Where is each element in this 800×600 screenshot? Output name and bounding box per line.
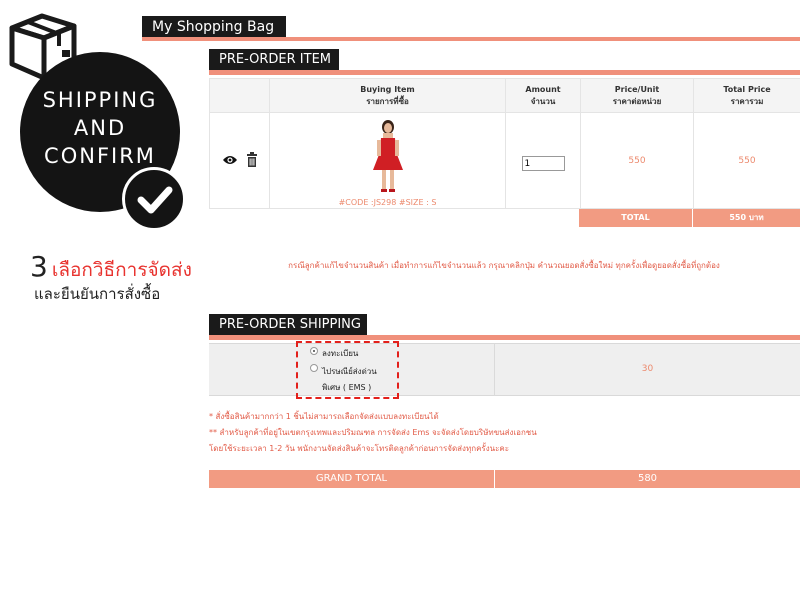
row-item: #CODE :JS298 #SIZE : S bbox=[269, 112, 506, 209]
row-total-price: 550 bbox=[693, 112, 800, 209]
promo-circle-line-1: SHIPPING bbox=[42, 88, 158, 112]
quantity-input[interactable] bbox=[521, 156, 565, 171]
check-icon bbox=[137, 186, 173, 214]
total-value: 550 บาท bbox=[729, 213, 764, 222]
header-th: ราคาต่อหน่วย bbox=[612, 96, 662, 106]
grand-total-value: 580 bbox=[637, 473, 658, 484]
shipping-footnote-1: * สั่งซื้อสินค้ามากกว่า 1 ชิ้นไม่สามารถเ… bbox=[209, 412, 439, 421]
promo-circle-line-3: CONFIRM bbox=[44, 144, 156, 168]
order-table: Buying Item รายการที่ซื้อ Amount จำนวน Pri… bbox=[209, 78, 800, 209]
header-divider bbox=[142, 37, 800, 41]
option-ems-label-line-2: พิเศษ ( EMS ) bbox=[322, 383, 372, 392]
page-title: My Shopping Bag bbox=[142, 16, 286, 38]
preorder-shipping-title: PRE-ORDER SHIPPING bbox=[209, 314, 367, 336]
trash-icon[interactable] bbox=[246, 152, 258, 168]
eye-icon[interactable] bbox=[222, 154, 238, 166]
grand-total-label: GRAND TOTAL bbox=[315, 473, 388, 484]
preorder-item-divider bbox=[209, 70, 800, 75]
step-heading: 3 เลือกวิธีการจัดส่ง bbox=[30, 250, 192, 285]
row-actions bbox=[209, 112, 270, 209]
shipping-cost: 30 bbox=[641, 364, 654, 374]
grand-total-bar: GRAND TOTAL 580 bbox=[209, 470, 800, 488]
preorder-item-title: PRE-ORDER ITEM bbox=[209, 49, 339, 71]
header-en: Price/Unit bbox=[614, 84, 660, 94]
shipping-footnote-3: โดยใช้ระยะเวลา 1-2 วัน พนักงานจัดส่งสินค… bbox=[209, 444, 510, 453]
check-badge bbox=[122, 167, 186, 231]
table-header-item: Buying Item รายการที่ซื้อ bbox=[269, 78, 506, 113]
radio-ems[interactable] bbox=[310, 364, 318, 372]
shipping-footnote-2: ** สำหรับลูกค้าที่อยู่ในเขตกรุงเทพและปริ… bbox=[209, 428, 537, 437]
table-header-price-unit: Price/Unit ราคาต่อหน่วย bbox=[580, 78, 694, 113]
recalculate-note: กรณีลูกค้าแก้ไขจำนวนสินค้า เมื่อทำการแก้… bbox=[288, 261, 720, 270]
preorder-shipping-divider bbox=[209, 335, 800, 340]
header-en: Buying Item bbox=[360, 84, 415, 94]
header-th: ราคารวม bbox=[730, 96, 764, 106]
header-en: Amount bbox=[525, 84, 561, 94]
row-price-unit: 550 bbox=[580, 112, 694, 209]
radio-registered[interactable] bbox=[310, 347, 318, 355]
header-en: Total Price bbox=[723, 84, 771, 94]
step-title: เลือกวิธีการจัดส่ง bbox=[51, 259, 192, 281]
item-code-size: #CODE :JS298 #SIZE : S bbox=[338, 198, 437, 207]
total-label: TOTAL bbox=[621, 213, 650, 222]
option-ems-label-line-1: ไปรษณีย์ส่งด่วน bbox=[322, 367, 377, 376]
table-row: #CODE :JS298 #SIZE : S 550 550 bbox=[209, 112, 800, 209]
option-registered-label: ลงทะเบียน bbox=[322, 349, 359, 358]
header-th: จำนวน bbox=[530, 96, 556, 106]
table-header-actions bbox=[209, 78, 270, 113]
table-header-amount: Amount จำนวน bbox=[505, 78, 581, 113]
step-number: 3 bbox=[30, 250, 48, 283]
promo-circle-line-2: AND bbox=[73, 116, 127, 140]
header-th: รายการที่ซื้อ bbox=[366, 96, 409, 106]
product-image[interactable] bbox=[368, 118, 408, 194]
row-amount bbox=[505, 112, 581, 209]
total-bar: TOTAL 550 บาท bbox=[579, 209, 800, 227]
table-header-total-price: Total Price ราคารวม bbox=[693, 78, 800, 113]
table-header-row: Buying Item รายการที่ซื้อ Amount จำนวน Pri… bbox=[209, 78, 800, 113]
step-subtitle: และยืนยันการสั่งซื้อ bbox=[34, 285, 161, 303]
